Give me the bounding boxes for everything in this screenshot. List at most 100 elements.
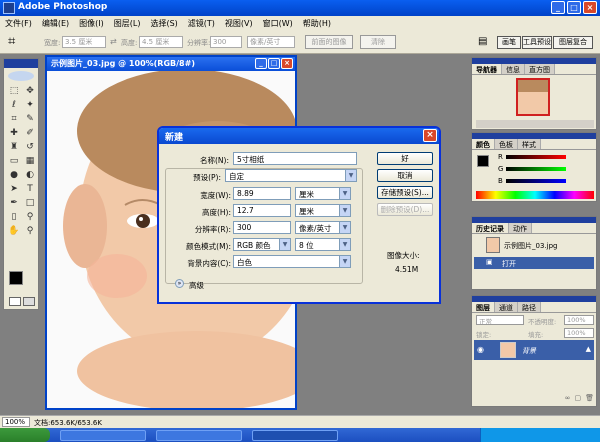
menu-file[interactable]: 文件(F) xyxy=(0,18,37,29)
menu-help[interactable]: 帮助(H) xyxy=(298,18,336,29)
green-slider[interactable] xyxy=(506,167,566,171)
menu-view[interactable]: 视图(V) xyxy=(220,18,258,29)
ok-button[interactable]: 好 xyxy=(377,152,433,165)
fill-input[interactable]: 100% xyxy=(564,328,594,338)
crop-tool-icon[interactable]: ⌗ xyxy=(8,34,15,49)
tab-info[interactable]: 信息 xyxy=(502,64,525,74)
resolution-input[interactable]: 300 xyxy=(210,36,242,48)
background-select[interactable]: 白色 ▼ xyxy=(233,255,351,268)
history-item[interactable]: ▣ 打开 xyxy=(474,257,594,269)
dialog-titlebar[interactable]: 新建 × xyxy=(159,128,439,144)
doc-maximize-button[interactable]: □ xyxy=(268,58,280,69)
history-snapshot-row[interactable]: 示例图片_03.jpg xyxy=(474,237,594,255)
maximize-button[interactable]: □ xyxy=(567,1,581,14)
taskbar-item[interactable] xyxy=(252,430,338,441)
tab-color[interactable]: 颜色 xyxy=(472,139,495,149)
menu-layer[interactable]: 图层(L) xyxy=(109,18,146,29)
start-button[interactable] xyxy=(0,428,50,442)
doc-close-button[interactable]: × xyxy=(281,58,293,69)
slice-icon[interactable]: ✎ xyxy=(23,113,37,125)
marquee-icon[interactable]: ⬚ xyxy=(7,85,21,97)
delete-preset-button[interactable]: 删除预设(D)... xyxy=(377,203,433,216)
adobe-feather-icon[interactable] xyxy=(8,71,34,81)
shape-icon[interactable]: □ xyxy=(23,197,37,209)
color-depth-select[interactable]: 8 位 ▼ xyxy=(295,238,351,251)
navigator-thumbnail[interactable] xyxy=(516,78,550,116)
link-layers-icon[interactable]: ∞ xyxy=(565,394,571,404)
tab-paths[interactable]: 路径 xyxy=(518,302,541,312)
navigator-zoom-slider[interactable] xyxy=(476,120,594,128)
width-unit-select[interactable]: 厘米 ▼ xyxy=(295,187,351,200)
notes-icon[interactable]: ▯ xyxy=(7,211,21,223)
blue-slider[interactable] xyxy=(506,179,566,183)
tab-navigator[interactable]: 导航器 xyxy=(472,64,502,74)
doc-info[interactable]: 文档:653.6K/653.6K xyxy=(34,418,102,428)
height-unit-select[interactable]: 厘米 ▼ xyxy=(295,204,351,217)
zoom-icon[interactable]: ⚲ xyxy=(23,225,37,237)
front-image-button[interactable]: 前面的图像 xyxy=(305,35,353,49)
tab-history[interactable]: 历史记录 xyxy=(472,223,509,233)
standard-mode-icon[interactable] xyxy=(9,297,21,306)
lasso-icon[interactable]: ℓ xyxy=(7,99,21,111)
color-mode-select[interactable]: RGB 颜色 ▼ xyxy=(233,238,291,251)
zoom-field[interactable]: 100% xyxy=(2,417,30,427)
brush-icon[interactable]: ✐ xyxy=(23,127,37,139)
width-input[interactable]: 3.5 厘米 xyxy=(62,36,106,48)
visibility-eye-icon[interactable]: ◉ xyxy=(477,345,484,354)
move-icon[interactable]: ✥ xyxy=(23,85,37,97)
tab-swatches[interactable]: 色板 xyxy=(495,139,518,149)
tab-actions[interactable]: 动作 xyxy=(509,223,532,233)
menu-filter[interactable]: 滤镜(T) xyxy=(183,18,220,29)
tab-brushes[interactable]: 画笔 xyxy=(497,36,521,49)
clone-stamp-icon[interactable]: ♜ xyxy=(7,141,21,153)
tab-channels[interactable]: 通道 xyxy=(495,302,518,312)
history-brush-icon[interactable]: ↺ xyxy=(23,141,37,153)
toolbox-titlebar[interactable] xyxy=(4,59,38,68)
blend-mode-select[interactable]: 正常 xyxy=(476,315,524,326)
type-icon[interactable]: T xyxy=(23,183,37,195)
blur-icon[interactable]: ● xyxy=(7,169,21,181)
opacity-input[interactable]: 100% xyxy=(564,315,594,325)
close-button[interactable]: × xyxy=(583,1,597,14)
new-layer-icon[interactable]: ▢ xyxy=(574,394,581,404)
foreground-color-swatch[interactable] xyxy=(9,271,23,285)
taskbar-item[interactable] xyxy=(60,430,146,441)
resolution-input[interactable]: 300 xyxy=(233,221,291,234)
magic-wand-icon[interactable]: ✦ xyxy=(23,99,37,111)
doc-minimize-button[interactable]: _ xyxy=(255,58,267,69)
eyedropper-icon[interactable]: ⚲ xyxy=(23,211,37,223)
hand-icon[interactable]: ✋ xyxy=(7,225,21,237)
path-select-icon[interactable]: ➤ xyxy=(7,183,21,195)
resolution-unit-select[interactable]: 像素/英寸 xyxy=(247,36,295,48)
red-slider[interactable] xyxy=(506,155,566,159)
color-fg-swatch[interactable] xyxy=(477,155,489,167)
advanced-label[interactable]: 高级 xyxy=(189,280,204,291)
height-input[interactable]: 12.7 xyxy=(233,204,291,217)
dodge-icon[interactable]: ◐ xyxy=(23,169,37,181)
width-input[interactable]: 8.89 xyxy=(233,187,291,200)
menu-window[interactable]: 窗口(W) xyxy=(258,18,298,29)
quick-mask-icon[interactable] xyxy=(23,297,35,306)
taskbar-item[interactable] xyxy=(156,430,242,441)
gradient-icon[interactable]: ▦ xyxy=(23,155,37,167)
minimize-button[interactable]: _ xyxy=(551,1,565,14)
cancel-button[interactable]: 取消 xyxy=(377,169,433,182)
menu-select[interactable]: 选择(S) xyxy=(145,18,182,29)
crop-icon[interactable]: ⌗ xyxy=(7,113,21,125)
pen-icon[interactable]: ✒ xyxy=(7,197,21,209)
tab-tool-presets[interactable]: 工具预设 xyxy=(522,36,552,49)
color-spectrum-bar[interactable] xyxy=(476,191,594,199)
delete-layer-icon[interactable]: 🗑 xyxy=(585,394,594,404)
menu-edit[interactable]: 编辑(E) xyxy=(37,18,74,29)
menu-image[interactable]: 图像(I) xyxy=(74,18,109,29)
resolution-unit-select[interactable]: 像素/英寸 ▼ xyxy=(295,221,351,234)
save-preset-button[interactable]: 存储预设(S)... xyxy=(377,186,433,199)
swap-icon[interactable]: ⇄ xyxy=(110,37,117,46)
healing-brush-icon[interactable]: ✚ xyxy=(7,127,21,139)
eraser-icon[interactable]: ▭ xyxy=(7,155,21,167)
document-titlebar[interactable]: 示例图片_03.jpg @ 100%(RGB/8#) _ □ × xyxy=(47,57,295,71)
tab-layer-comps[interactable]: 图层复合 xyxy=(553,36,593,49)
palette-well-icon[interactable]: ▤ xyxy=(478,36,487,47)
preset-select[interactable]: 自定 ▼ xyxy=(225,169,357,182)
layer-row[interactable]: ◉ 背景 ▲ xyxy=(474,340,594,360)
